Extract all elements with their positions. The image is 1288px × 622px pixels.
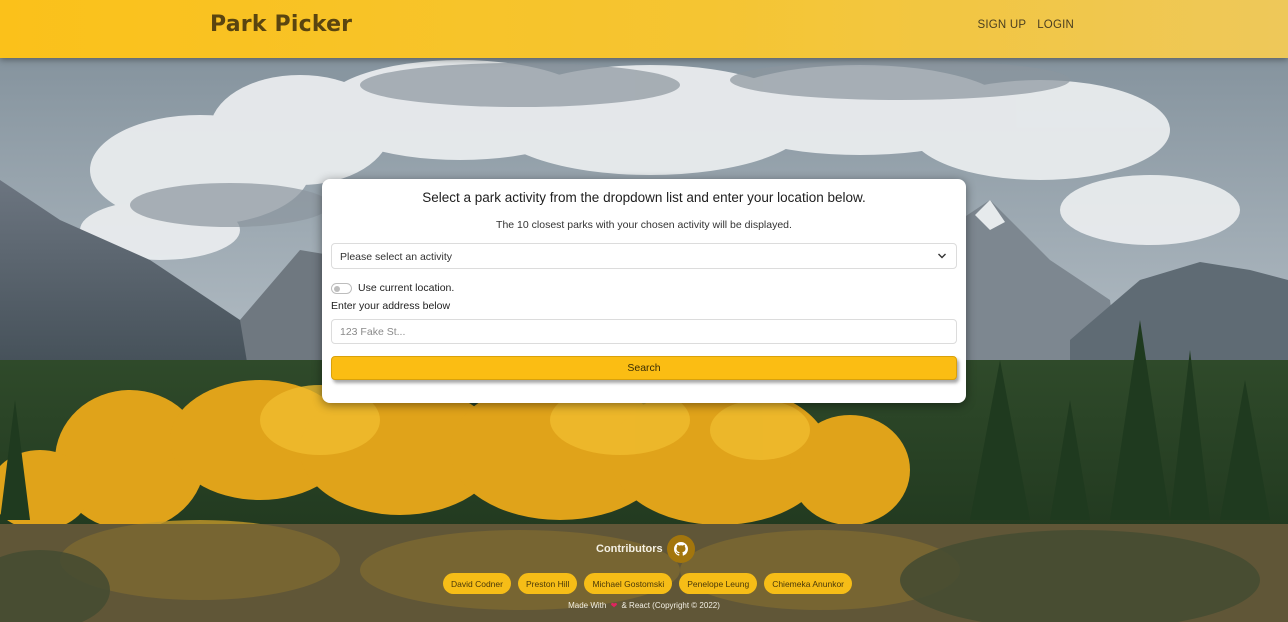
chevron-down-icon (938, 253, 946, 259)
github-link-button[interactable] (666, 535, 695, 563)
nav-links: SIGN UP LOGIN (978, 19, 1074, 31)
contributors-row: Contributors (596, 535, 695, 563)
contributor-pill[interactable]: David Codner (443, 573, 511, 594)
made-with-text: Made With ❤ & React (Copyright © 2022) (0, 601, 1288, 610)
heart-icon: ❤ (610, 601, 618, 610)
address-label: Enter your address below (331, 300, 451, 312)
contributor-pill[interactable]: Penelope Leung (679, 573, 758, 594)
top-navbar: Park Picker SIGN UP LOGIN (0, 0, 1288, 58)
search-card: Select a park activity from the dropdown… (322, 179, 966, 403)
login-link[interactable]: LOGIN (1037, 19, 1074, 31)
footer: Contributors David Codner Preston Hill M… (0, 524, 1288, 622)
use-location-label: Use current location. (358, 282, 455, 294)
activity-select-value: Please select an activity (340, 251, 453, 263)
brand-logo-text[interactable]: Park Picker (210, 12, 352, 37)
made-with-prefix: Made With (568, 601, 607, 610)
card-title: Select a park activity from the dropdown… (422, 190, 866, 205)
contributor-pill[interactable]: Chiemeka Anunkor (764, 573, 853, 594)
card-subtitle: The 10 closest parks with your chosen ac… (496, 219, 792, 231)
contributor-list: David Codner Preston Hill Michael Gostom… (443, 573, 853, 594)
search-button[interactable]: Search (331, 356, 957, 380)
toggle-knob (334, 285, 340, 292)
contributor-pill[interactable]: Preston Hill (517, 573, 578, 594)
address-input[interactable] (331, 319, 957, 344)
sign-up-link[interactable]: SIGN UP (978, 19, 1027, 31)
made-with-suffix: & React (Copyright © 2022) (621, 601, 720, 610)
current-location-row: Use current location. (331, 281, 454, 295)
use-location-toggle[interactable] (331, 282, 352, 294)
activity-select[interactable]: Please select an activity (331, 243, 957, 269)
contributors-label: Contributors (596, 543, 663, 555)
github-icon (673, 542, 688, 556)
contributor-pill[interactable]: Michael Gostomski (584, 573, 673, 594)
